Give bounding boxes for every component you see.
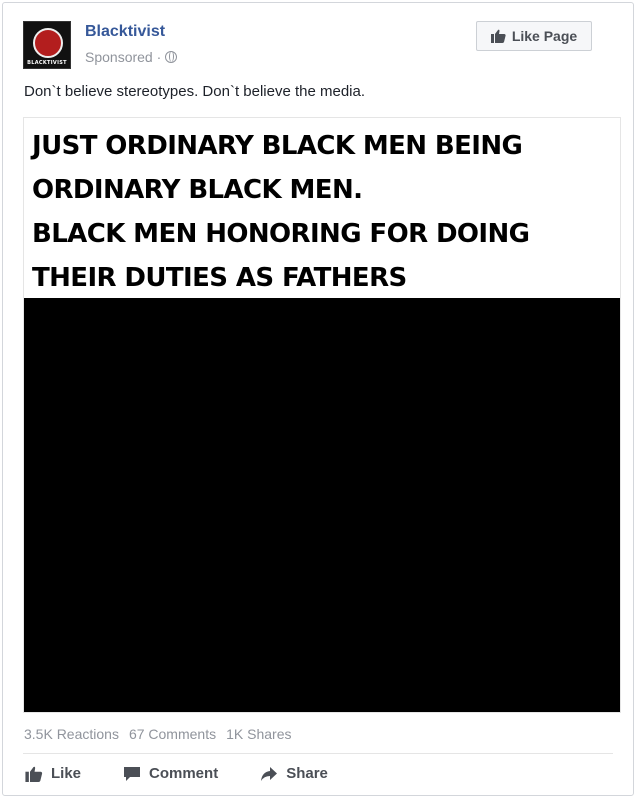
- like-page-label: Like Page: [511, 28, 578, 44]
- post-image[interactable]: JUST ORDINARY BLACK MEN BEING ORDINARY B…: [23, 117, 621, 713]
- thumbs-up-icon: [25, 766, 43, 782]
- globe-icon: [165, 51, 178, 63]
- engagement-stats: 3.5K Reactions 67 Comments 1K Shares: [24, 726, 291, 742]
- like-label: Like: [51, 765, 82, 782]
- image-headline: JUST ORDINARY BLACK MEN BEING ORDINARY B…: [32, 131, 530, 293]
- sponsored-label: Sponsored ·: [85, 49, 178, 65]
- post-text: Don`t believe stereotypes. Don`t believe…: [24, 83, 366, 100]
- sponsored-text: Sponsored ·: [85, 49, 162, 65]
- avatar-caption: BLACKTIVIST: [27, 60, 67, 66]
- page-avatar[interactable]: BLACKTIVIST: [23, 21, 71, 69]
- sponsored-post-card: BLACKTIVIST Blacktivist Sponsored · Like…: [2, 2, 634, 796]
- share-button[interactable]: Share: [260, 765, 328, 782]
- comments-count[interactable]: 67 Comments: [129, 726, 216, 742]
- thumbs-up-icon: [490, 29, 506, 43]
- action-bar: Like Comment Share: [25, 765, 328, 782]
- like-button[interactable]: Like: [25, 765, 81, 782]
- comment-icon: [123, 766, 141, 782]
- share-arrow-icon: [260, 766, 278, 782]
- avatar-logo-icon: [33, 28, 63, 58]
- share-label: Share: [286, 765, 328, 782]
- page-name-link[interactable]: Blacktivist: [85, 23, 165, 41]
- reactions-count[interactable]: 3.5K Reactions: [24, 726, 119, 742]
- like-page-button[interactable]: Like Page: [476, 21, 592, 51]
- divider: [23, 753, 613, 754]
- comment-label: Comment: [149, 765, 219, 782]
- image-redacted-area: [24, 298, 620, 712]
- comment-button[interactable]: Comment: [123, 765, 218, 782]
- shares-count[interactable]: 1K Shares: [226, 726, 291, 742]
